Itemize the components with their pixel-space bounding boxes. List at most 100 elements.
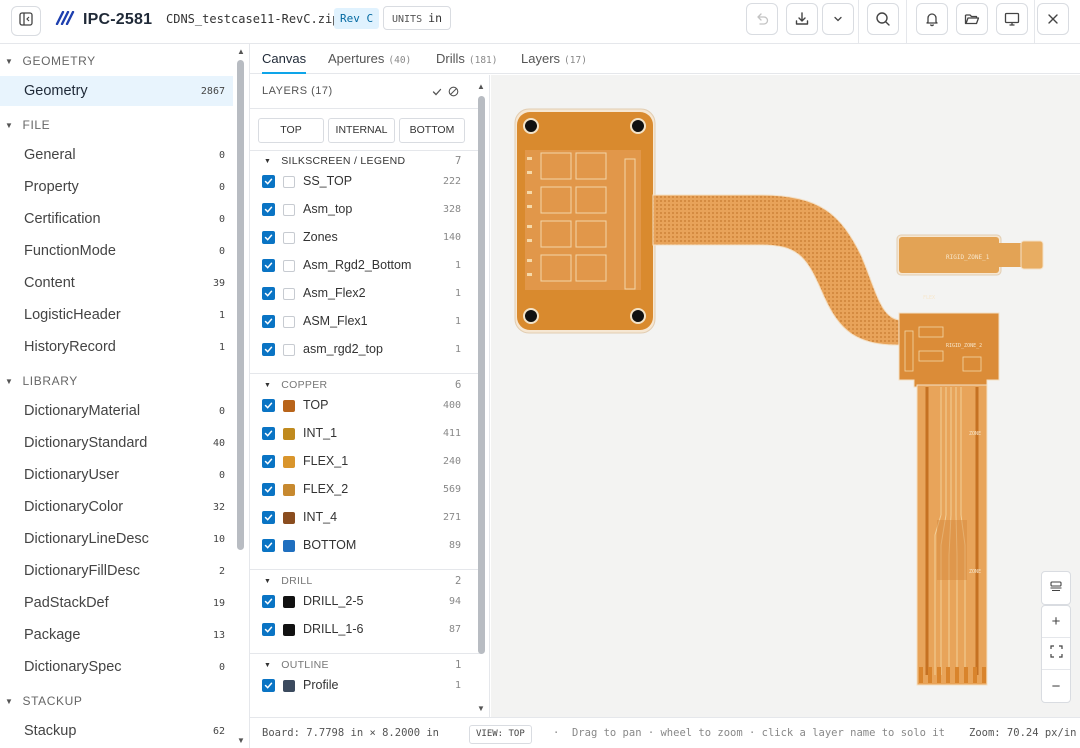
layer-visibility-checkbox[interactable]	[262, 315, 275, 328]
layer-name[interactable]: BOTTOM	[303, 538, 356, 552]
sidebar-item-dictionaryuser[interactable]: DictionaryUser 0	[0, 460, 233, 490]
check-all-icon[interactable]	[432, 84, 442, 102]
present-button[interactable]	[996, 3, 1028, 35]
layer-group-header[interactable]: ▼ DRILL	[264, 575, 313, 587]
layer-visibility-checkbox[interactable]	[262, 483, 275, 496]
scroll-up-arrow[interactable]: ▲	[237, 47, 245, 56]
sidebar-item-dictionarycolor[interactable]: DictionaryColor 32	[0, 492, 233, 522]
layer-visibility-checkbox[interactable]	[262, 623, 275, 636]
sidebar-item-dictionaryspec[interactable]: DictionarySpec 0	[0, 652, 233, 682]
download-button[interactable]	[786, 3, 818, 35]
zoom-out-button[interactable]: −	[1042, 670, 1070, 702]
search-button[interactable]	[867, 3, 899, 35]
sidebar-item-functionmode[interactable]: FunctionMode 0	[0, 236, 233, 266]
layer-visibility-checkbox[interactable]	[262, 287, 275, 300]
layers-scrollbar[interactable]	[478, 96, 485, 654]
layer-row[interactable]: SS_TOP 222	[250, 168, 482, 196]
layers-stack-button[interactable]	[1042, 572, 1070, 604]
layer-row[interactable]: Asm_top 328	[250, 196, 482, 224]
fit-screen-button[interactable]	[1042, 638, 1070, 670]
layer-visibility-checkbox[interactable]	[262, 595, 275, 608]
scroll-down-arrow[interactable]: ▼	[477, 704, 485, 713]
sidebar-item-dictionarylinedesc[interactable]: DictionaryLineDesc 10	[0, 524, 233, 554]
layer-name[interactable]: TOP	[303, 398, 328, 412]
layer-row[interactable]: Asm_Rgd2_Bottom 1	[250, 252, 482, 280]
layer-name[interactable]: Profile	[303, 678, 338, 692]
layer-visibility-checkbox[interactable]	[262, 175, 275, 188]
layer-visibility-checkbox[interactable]	[262, 259, 275, 272]
layer-name[interactable]: SS_TOP	[303, 174, 352, 188]
section-file[interactable]: ▼ FILE	[5, 118, 50, 132]
sidebar-item-historyrecord[interactable]: HistoryRecord 1	[0, 332, 233, 362]
layer-row[interactable]: ASM_Flex1 1	[250, 308, 482, 336]
scroll-up-arrow[interactable]: ▲	[477, 82, 485, 91]
layer-name[interactable]: Asm_top	[303, 202, 352, 216]
hide-all-icon[interactable]	[448, 84, 459, 102]
layer-row[interactable]: INT_4 271	[250, 504, 482, 532]
layer-visibility-checkbox[interactable]	[262, 455, 275, 468]
show-internal-button[interactable]: INTERNAL	[328, 118, 395, 143]
layer-name[interactable]: INT_4	[303, 510, 337, 524]
layer-name[interactable]: DRILL_2-5	[303, 594, 363, 608]
layer-row[interactable]: Asm_Flex2 1	[250, 280, 482, 308]
layer-row[interactable]: Zones 140	[250, 224, 482, 252]
tab-layers[interactable]: Layers (17)	[521, 44, 587, 74]
layer-name[interactable]: Zones	[303, 230, 338, 244]
layer-row[interactable]: asm_rgd2_top 1	[250, 336, 482, 364]
tab-drills[interactable]: Drills (181)	[436, 44, 498, 74]
sidebar-item-content[interactable]: Content 39	[0, 268, 233, 298]
layer-name[interactable]: DRILL_1-6	[303, 622, 363, 636]
layer-visibility-checkbox[interactable]	[262, 231, 275, 244]
show-bottom-button[interactable]: BOTTOM	[399, 118, 465, 143]
notifications-button[interactable]	[916, 3, 948, 35]
layer-name[interactable]: INT_1	[303, 426, 337, 440]
close-button[interactable]	[1037, 3, 1069, 35]
layer-row[interactable]: FLEX_1 240	[250, 448, 482, 476]
sidebar-scrollbar[interactable]	[237, 60, 244, 550]
board-drawing[interactable]: RIGID_ZONE_1 FLEX RIGID_ZONE_2 ZONE ZONE	[491, 75, 1080, 717]
layer-visibility-checkbox[interactable]	[262, 343, 275, 356]
layer-visibility-checkbox[interactable]	[262, 427, 275, 440]
layer-row[interactable]: FLEX_2 569	[250, 476, 482, 504]
tab-apertures[interactable]: Apertures (40)	[328, 44, 411, 74]
sidebar-item-stackup[interactable]: Stackup 62	[0, 716, 233, 746]
layer-row[interactable]: DRILL_1-6 87	[250, 616, 482, 644]
sidebar-item-dictionaryfilldesc[interactable]: DictionaryFillDesc 2	[0, 556, 233, 586]
layer-group-header[interactable]: ▼ OUTLINE	[264, 659, 329, 671]
sidebar-item-general[interactable]: General 0	[0, 140, 233, 170]
section-library[interactable]: ▼ LIBRARY	[5, 374, 78, 388]
sidebar-item-dictionarymaterial[interactable]: DictionaryMaterial 0	[0, 396, 233, 426]
layer-row[interactable]: BOTTOM 89	[250, 532, 482, 560]
units-button[interactable]: UNITS in	[383, 6, 451, 30]
layer-row[interactable]: DRILL_2-5 94	[250, 588, 482, 616]
layer-row[interactable]: INT_1 411	[250, 420, 482, 448]
sidebar-item-dictionarystandard[interactable]: DictionaryStandard 40	[0, 428, 233, 458]
zoom-in-button[interactable]: +	[1042, 606, 1070, 638]
layer-row[interactable]: Profile 1	[250, 672, 482, 700]
layer-visibility-checkbox[interactable]	[262, 203, 275, 216]
layer-name[interactable]: FLEX_1	[303, 454, 348, 468]
scroll-down-arrow[interactable]: ▼	[237, 736, 245, 745]
undo-button[interactable]	[746, 3, 778, 35]
board-canvas[interactable]: RIGID_ZONE_1 FLEX RIGID_ZONE_2 ZONE ZONE…	[491, 75, 1080, 717]
sidebar-item-padstackdef[interactable]: PadStackDef 19	[0, 588, 233, 618]
layer-name[interactable]: Asm_Rgd2_Bottom	[303, 258, 411, 272]
sidebar-item-logisticheader[interactable]: LogisticHeader 1	[0, 300, 233, 330]
section-geometry[interactable]: ▼ GEOMETRY	[5, 54, 96, 68]
layer-name[interactable]: ASM_Flex1	[303, 314, 368, 328]
layer-name[interactable]: FLEX_2	[303, 482, 348, 496]
sidebar-item-property[interactable]: Property 0	[0, 172, 233, 202]
open-file-button[interactable]	[956, 3, 988, 35]
sidebar-toggle-button[interactable]	[11, 6, 41, 36]
sidebar-item-geometry[interactable]: Geometry 2867	[0, 76, 233, 106]
layer-visibility-checkbox[interactable]	[262, 539, 275, 552]
layer-name[interactable]: asm_rgd2_top	[303, 342, 383, 356]
layer-group-header[interactable]: ▼ SILKSCREEN / LEGEND	[264, 155, 405, 167]
sidebar-item-certification[interactable]: Certification 0	[0, 204, 233, 234]
section-stackup[interactable]: ▼ STACKUP	[5, 694, 83, 708]
tab-canvas[interactable]: Canvas	[262, 44, 307, 74]
layer-row[interactable]: TOP 400	[250, 392, 482, 420]
layer-visibility-checkbox[interactable]	[262, 399, 275, 412]
layer-name[interactable]: Asm_Flex2	[303, 286, 366, 300]
layer-group-header[interactable]: ▼ COPPER	[264, 379, 327, 391]
